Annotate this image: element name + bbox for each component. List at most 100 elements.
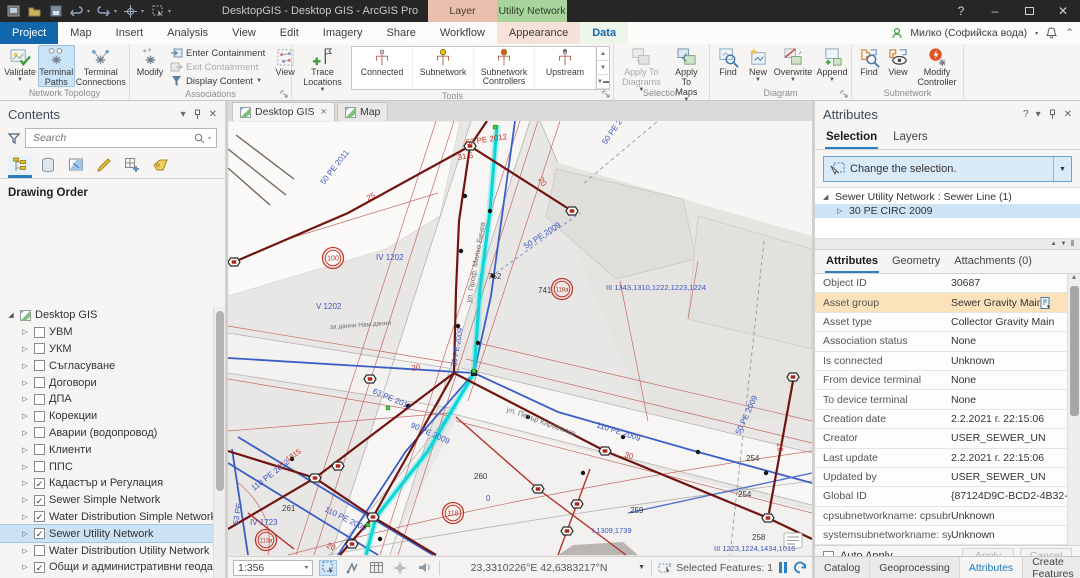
- manhole-icon[interactable]: [762, 514, 774, 522]
- qat-customize-icon[interactable]: ▾: [168, 8, 171, 15]
- modify-associations-button[interactable]: Modify: [133, 45, 167, 87]
- new-diagram-button[interactable]: New ▼: [744, 45, 772, 87]
- attribute-field-value[interactable]: None: [951, 374, 1067, 386]
- expand-icon[interactable]: ▷: [20, 530, 30, 538]
- refresh-icon[interactable]: [793, 561, 807, 574]
- manhole-icon[interactable]: [566, 207, 578, 215]
- attribute-field-value[interactable]: Unknown: [951, 355, 1067, 367]
- attribute-field-value[interactable]: None: [951, 394, 1067, 406]
- gallery-item-upstream[interactable]: Upstream: [535, 47, 596, 89]
- ribbon-tab-map[interactable]: Map: [58, 22, 103, 44]
- undo-dropdown-icon[interactable]: ▾: [87, 8, 90, 15]
- redo-dropdown-icon[interactable]: ▾: [114, 8, 117, 15]
- trace-locations-button[interactable]: Trace Locations ▼: [295, 45, 350, 87]
- find-diagram-button[interactable]: Find: [713, 45, 743, 87]
- contents-scrollbar[interactable]: [213, 307, 225, 578]
- panel-splitter[interactable]: ▲ ▼ ⦀: [815, 239, 1080, 250]
- expand-icon[interactable]: ▷: [20, 379, 30, 387]
- subtab-attachments-0[interactable]: Attachments (0): [953, 253, 1033, 273]
- close-button[interactable]: ✕: [1046, 0, 1080, 22]
- ribbon-tab-project[interactable]: Project: [0, 22, 58, 44]
- expand-icon[interactable]: ▷: [20, 328, 30, 336]
- expand-icon[interactable]: ▷: [837, 207, 845, 215]
- user-dropdown-icon[interactable]: ▾: [1035, 30, 1038, 37]
- subtab-geometry[interactable]: Geometry: [891, 253, 941, 273]
- attribute-field-value[interactable]: {87124D9C-BCD2-4B32-B987-284F97: [951, 490, 1067, 502]
- terminal-connections-button[interactable]: Terminal Connections: [76, 45, 126, 87]
- notifications-bell-icon[interactable]: [1046, 27, 1057, 39]
- layer-item-дпа[interactable]: ▷ДПА: [0, 391, 213, 408]
- layer-visibility-checkbox[interactable]: ✓: [34, 562, 45, 573]
- open-table-icon[interactable]: [367, 560, 385, 576]
- attribute-field-value[interactable]: 30687: [951, 277, 1067, 289]
- layer-visibility-checkbox[interactable]: [34, 360, 45, 371]
- layer-visibility-checkbox[interactable]: [34, 394, 45, 405]
- layer-visibility-checkbox[interactable]: ✓: [34, 511, 45, 522]
- manhole-icon[interactable]: [367, 513, 379, 521]
- minimize-button[interactable]: –: [978, 0, 1012, 22]
- notifications-toggle-icon[interactable]: [415, 560, 433, 576]
- gallery-item-subnetwork[interactable]: Subnetwork: [413, 47, 474, 89]
- layer-visibility-checkbox[interactable]: [34, 377, 45, 388]
- close-tab-icon[interactable]: ×: [321, 106, 327, 118]
- selected-features-count[interactable]: Selected Features: 1: [676, 562, 773, 574]
- attribute-field-value[interactable]: 2.2.2021 г. 22:15:06: [951, 452, 1067, 464]
- select-tool-qat-icon[interactable]: [150, 4, 165, 19]
- change-selection-button[interactable]: Change the selection. ▼: [823, 156, 1072, 182]
- dock-tab-catalog[interactable]: Catalog: [815, 557, 870, 578]
- attribute-field-value[interactable]: Unknown: [951, 510, 1067, 522]
- layer-item-съгласуване[interactable]: ▷Съгласуване: [0, 357, 213, 374]
- attribute-field-value[interactable]: Unknown: [951, 529, 1067, 541]
- expand-icon[interactable]: ▷: [20, 479, 30, 487]
- contents-search-box[interactable]: ▾: [25, 128, 217, 148]
- snapping-toggle-icon[interactable]: [343, 560, 361, 576]
- manhole-icon[interactable]: [309, 474, 321, 482]
- gallery-scroll-down-icon[interactable]: ▼: [597, 61, 609, 75]
- expand-icon[interactable]: ▷: [20, 395, 30, 403]
- ribbon-tab-imagery[interactable]: Imagery: [311, 22, 375, 44]
- layer-item-увм[interactable]: ▷УВМ: [0, 324, 213, 341]
- list-by-labeling-icon[interactable]: [148, 155, 172, 178]
- associations-dialog-launcher-icon[interactable]: [280, 90, 289, 99]
- ribbon-tab-view[interactable]: View: [220, 22, 268, 44]
- list-by-snapping-icon[interactable]: [120, 155, 144, 178]
- expand-icon[interactable]: ▷: [20, 496, 30, 504]
- expand-icon[interactable]: ▷: [20, 563, 30, 571]
- terminal-paths-button[interactable]: Terminal Paths: [38, 45, 75, 87]
- layer-item-клиенти[interactable]: ▷Клиенти: [0, 441, 213, 458]
- manhole-icon[interactable]: [599, 447, 611, 455]
- list-by-drawing-order-icon[interactable]: [8, 155, 32, 178]
- expand-icon[interactable]: ▷: [20, 463, 30, 471]
- splitter-down-icon[interactable]: ▼: [1061, 241, 1067, 247]
- ribbon-tab-appearance[interactable]: Appearance: [497, 22, 580, 44]
- layer-item-ппс[interactable]: ▷ППС: [0, 458, 213, 475]
- layer-visibility-checkbox[interactable]: [34, 343, 45, 354]
- layer-item-water-distribution-utility-network[interactable]: ▷Water Distribution Utility Network: [0, 542, 213, 559]
- attribute-field-value[interactable]: 2.2.2021 г. 22:15:06: [951, 413, 1067, 425]
- change-selection-dropdown-icon[interactable]: ▼: [1053, 157, 1071, 181]
- attributes-help-icon[interactable]: ?: [1023, 109, 1029, 120]
- layer-visibility-checkbox[interactable]: ✓: [34, 495, 45, 506]
- list-by-data-source-icon[interactable]: [36, 155, 60, 178]
- layer-visibility-checkbox[interactable]: [34, 327, 45, 338]
- contents-close-icon[interactable]: ✕: [209, 109, 217, 120]
- user-menu[interactable]: Милко (Софийска вода): [910, 27, 1027, 39]
- expand-icon[interactable]: ▷: [20, 412, 30, 420]
- collapse-icon[interactable]: ◢: [823, 193, 831, 201]
- manhole-icon[interactable]: [332, 462, 344, 470]
- search-input[interactable]: [31, 131, 194, 145]
- attribute-field-value[interactable]: USER_SEWER_UN: [951, 432, 1067, 444]
- collapse-icon[interactable]: ◢: [6, 311, 16, 319]
- layer-visibility-checkbox[interactable]: [34, 545, 45, 556]
- gallery-scroll-up-icon[interactable]: ▲: [597, 47, 609, 61]
- layer-item-аварии-водопровод[interactable]: ▷Аварии (водопровод): [0, 425, 213, 442]
- dock-tab-geoprocessing[interactable]: Geoprocessing: [870, 557, 960, 578]
- tab-selection[interactable]: Selection: [825, 128, 878, 149]
- find-subnetwork-button[interactable]: Find: [855, 45, 883, 87]
- gallery-expand-icon[interactable]: ▼▬: [597, 75, 609, 89]
- coords-dropdown-icon[interactable]: ▼: [638, 564, 645, 571]
- contents-pin-icon[interactable]: [193, 109, 202, 120]
- open-project-icon[interactable]: [27, 4, 42, 19]
- attribute-field-value[interactable]: USER_SEWER_UN: [951, 471, 1067, 483]
- layer-item-water-distribution-simple-network[interactable]: ▷✓Water Distribution Simple Network: [0, 509, 213, 526]
